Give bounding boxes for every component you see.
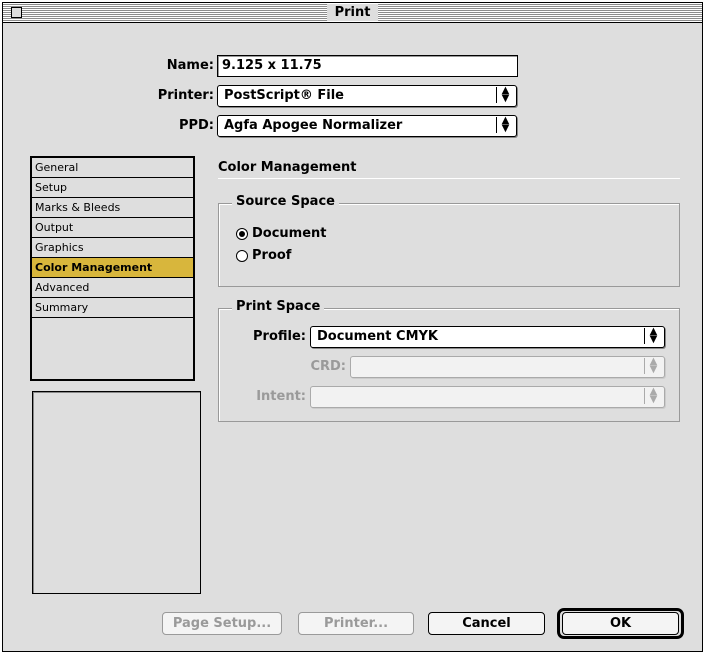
page-setup-button[interactable]: Page Setup... — [162, 612, 282, 635]
name-field[interactable]: 9.125 x 11.75 — [217, 55, 518, 77]
preview-area — [32, 391, 201, 594]
intent-popup[interactable]: ▲ ▼ — [310, 386, 665, 408]
profile-label: Profile: — [253, 329, 306, 344]
profile-popup[interactable]: Document CMYK ▲ ▼ — [310, 326, 665, 348]
sidebar-item-general[interactable]: General — [32, 158, 193, 178]
panel-title: Color Management — [218, 160, 357, 175]
source-space-label: Source Space — [232, 194, 339, 209]
sidebar-item-advanced[interactable]: Advanced — [32, 278, 193, 298]
ppd-label: PPD: — [178, 118, 214, 133]
cancel-button[interactable]: Cancel — [428, 612, 545, 635]
ppd-popup[interactable]: Agfa Apogee Normalizer ▲ ▼ — [217, 115, 517, 137]
radio-document[interactable]: Document — [236, 226, 327, 241]
sidebar-item-color-management[interactable]: Color Management — [32, 258, 193, 278]
close-box-icon[interactable] — [11, 7, 22, 18]
crd-label: CRD: — [310, 359, 346, 374]
up-down-arrows-icon: ▲ ▼ — [496, 86, 514, 104]
title-bar[interactable]: Print — [3, 3, 702, 23]
up-down-arrows-icon: ▲ ▼ — [644, 357, 662, 375]
printer-popup-value: PostScript® File — [224, 88, 345, 103]
sidebar-item-graphics[interactable]: Graphics — [32, 238, 193, 258]
ppd-popup-value: Agfa Apogee Normalizer — [224, 118, 403, 133]
printer-button[interactable]: Printer... — [298, 612, 414, 635]
radio-proof-label: Proof — [252, 248, 292, 263]
profile-popup-value: Document CMYK — [317, 329, 439, 344]
panel-divider — [218, 178, 680, 179]
up-down-arrows-icon: ▲ ▼ — [644, 327, 662, 345]
radio-selected-icon — [236, 227, 248, 240]
printer-popup[interactable]: PostScript® File ▲ ▼ — [217, 85, 517, 107]
radio-unselected-icon — [236, 249, 248, 262]
window-title: Print — [326, 4, 379, 21]
source-space-group — [218, 203, 680, 287]
category-list: General Setup Marks & Bleeds Output Grap… — [30, 156, 195, 381]
sidebar-item-setup[interactable]: Setup — [32, 178, 193, 198]
sidebar-item-output[interactable]: Output — [32, 218, 193, 238]
name-label: Name: — [166, 58, 214, 73]
radio-document-label: Document — [252, 226, 327, 241]
ok-button[interactable]: OK — [562, 612, 679, 635]
crd-popup[interactable]: ▲ ▼ — [350, 356, 665, 378]
sidebar-item-summary[interactable]: Summary — [32, 298, 193, 318]
printer-label: Printer: — [157, 88, 214, 103]
radio-proof[interactable]: Proof — [236, 248, 291, 263]
up-down-arrows-icon: ▲ ▼ — [496, 116, 514, 134]
sidebar-item-marks-bleeds[interactable]: Marks & Bleeds — [32, 198, 193, 218]
intent-label: Intent: — [256, 389, 306, 404]
print-space-label: Print Space — [232, 299, 325, 314]
up-down-arrows-icon: ▲ ▼ — [644, 387, 662, 405]
